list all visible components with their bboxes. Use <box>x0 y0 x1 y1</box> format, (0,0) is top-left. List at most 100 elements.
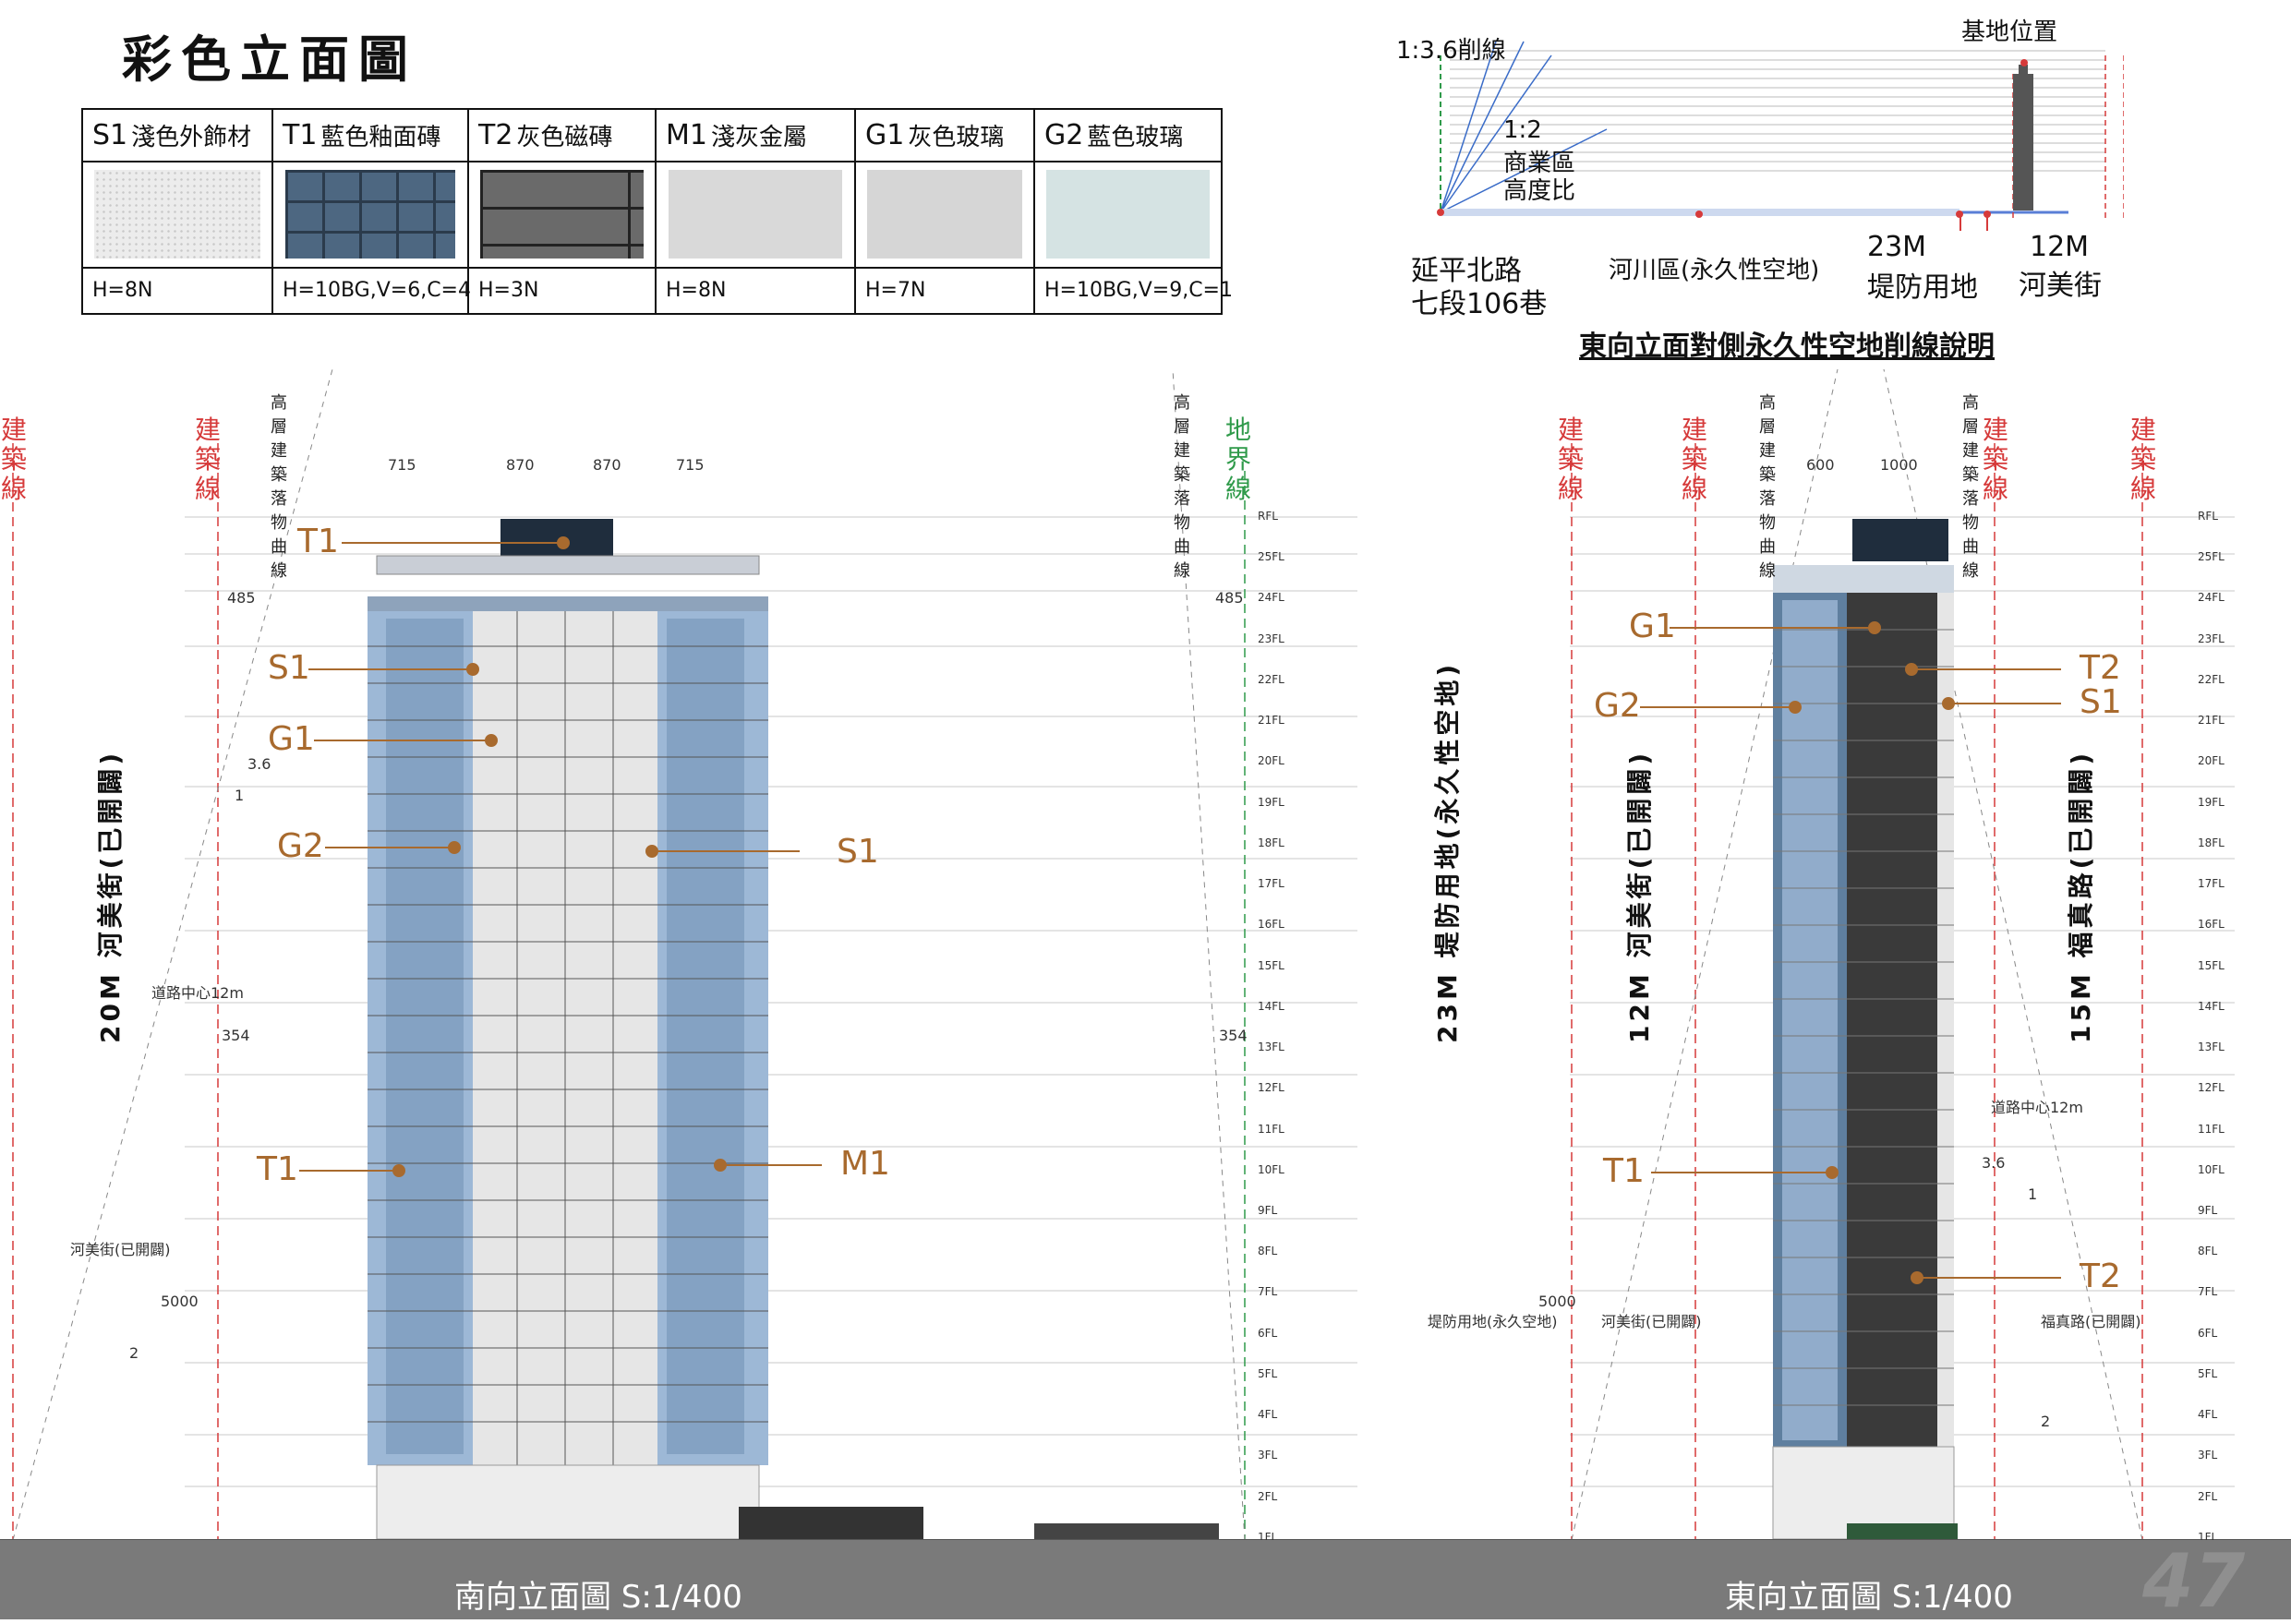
floor-level-labels-south: RFL 25FL 24FL 23FL 22FL 21FL 20FL 19FL 1… <box>1258 510 1341 1544</box>
inset-street-name: 河美街 <box>2019 270 2102 302</box>
dimension-354: 354 <box>1219 1027 1248 1044</box>
dimension-485: 485 <box>227 589 256 607</box>
inset-ratio-36: 1:3.6削線 <box>1396 37 1506 65</box>
ratio-1: 1 <box>235 787 245 804</box>
material-g1: G1 灰色玻璃 H=7N <box>856 110 1035 313</box>
building-line-label: 建築線 <box>1681 415 1707 504</box>
floor-label: 11FL <box>1258 1122 1284 1136</box>
material-name: 灰色玻璃 <box>908 123 1005 151</box>
material-name: 灰色磁磚 <box>516 123 613 151</box>
floor-label: 8FL <box>1258 1245 1278 1258</box>
floor-label: 7FL <box>1258 1285 1278 1299</box>
floor-label: 25FL <box>1258 550 1284 564</box>
callout-g1: G1 <box>268 720 315 758</box>
floor-label: 17FL <box>1258 877 1284 891</box>
road-note: 福真路(已開闢) <box>2041 1313 2141 1330</box>
floor-label: 10FL <box>2198 1162 2225 1176</box>
floor-label: 21FL <box>1258 714 1284 728</box>
floor-label: 21FL <box>2198 714 2225 728</box>
floor-label: RFL <box>1258 510 1278 523</box>
floor-label: 14FL <box>1258 999 1284 1013</box>
road-center-note: 道路中心12m <box>1991 1099 2083 1116</box>
material-code: T2 <box>478 118 513 151</box>
floor-label: 2FL <box>1258 1489 1278 1503</box>
floor-label: RFL <box>2198 510 2218 523</box>
floor-label: 12FL <box>2198 1081 2225 1095</box>
street-note: 河美街(已開闢) <box>70 1241 171 1258</box>
floor-label: 7FL <box>2198 1285 2218 1299</box>
east-elevation-title: 東向立面圖 S:1/400 <box>1725 1579 2013 1616</box>
floor-label: 23FL <box>1258 632 1284 645</box>
material-spec: H=7N <box>865 279 926 303</box>
dimension-354: 354 <box>222 1027 250 1044</box>
floor-label: 3FL <box>1258 1449 1278 1462</box>
street-note: 河美街(已開闢) <box>1601 1313 1702 1330</box>
swatch-grey-tile <box>480 170 644 259</box>
floor-label: 11FL <box>2198 1122 2225 1136</box>
floor-label: 18FL <box>1258 836 1284 849</box>
callout-t2: T2 <box>2080 1257 2121 1295</box>
material-spec: H=10BG,V=6,C=4 <box>283 279 471 303</box>
floor-label: 25FL <box>2198 550 2225 564</box>
inset-site-location: 基地位置 <box>1961 18 2058 46</box>
inset-caption: 東向立面對側永久性空地削線說明 <box>1579 331 1995 363</box>
callout-s1: S1 <box>837 833 879 871</box>
inset-dike-width: 23M <box>1867 231 1927 263</box>
page-number: 47 <box>2142 1538 2246 1624</box>
inset-road-lane: 七段106巷 <box>1411 288 1548 320</box>
callout-t1: T1 <box>257 1150 298 1188</box>
floor-label: 9FL <box>2198 1203 2218 1217</box>
material-code: T1 <box>283 118 318 151</box>
street-label-20m: 20M 河美街(已開闢) <box>95 749 126 1043</box>
tallest-building-curve-label: 高層建築落物曲線 <box>271 393 287 581</box>
floor-label: 5FL <box>1258 1366 1278 1380</box>
material-code: G2 <box>1044 118 1084 151</box>
floor-label: 19FL <box>2198 795 2225 809</box>
dimension-485: 485 <box>1215 589 1244 607</box>
material-s1: S1 淺色外飾材 H=8N <box>83 110 273 313</box>
dimension-600: 600 <box>1806 456 1835 474</box>
floor-label: 4FL <box>1258 1408 1278 1422</box>
material-m1: M1 淺灰金屬 H=8N <box>657 110 856 313</box>
floor-label: 5FL <box>2198 1366 2218 1380</box>
floor-label: 22FL <box>1258 672 1284 686</box>
material-name: 淺色外飾材 <box>131 123 252 151</box>
material-code: M1 <box>666 118 707 151</box>
floor-label: 4FL <box>2198 1408 2218 1422</box>
ratio-2: 2 <box>2041 1413 2051 1430</box>
material-spec: H=10BG,V=9,C=1 <box>1044 279 1233 303</box>
building-line-label: 建築線 <box>2129 415 2156 504</box>
callout-m1: M1 <box>840 1145 890 1183</box>
inset-dike-land: 堤防用地 <box>1867 271 1978 304</box>
floor-label: 20FL <box>1258 754 1284 768</box>
floor-label: 10FL <box>1258 1162 1284 1176</box>
dimension-715: 715 <box>388 456 416 474</box>
floor-label: 8FL <box>2198 1245 2218 1258</box>
tallest-building-curve-label: 高層建築落物曲線 <box>1759 393 1776 581</box>
swatch-blue-glass <box>1046 170 1210 259</box>
tallest-building-curve-label: 高層建築落物曲線 <box>1962 393 1979 581</box>
inset-river-zone: 河川區(永久性空地) <box>1609 257 1820 284</box>
material-name: 藍色釉面磚 <box>320 123 441 151</box>
material-code: G1 <box>865 118 905 151</box>
floor-label: 13FL <box>2198 1041 2225 1054</box>
page-title: 彩色立面圖 <box>122 30 417 89</box>
callout-t1: T1 <box>1603 1152 1645 1190</box>
callout-s1: S1 <box>2080 683 2122 721</box>
material-name: 淺灰金屬 <box>710 123 807 151</box>
callout-g2: G2 <box>1594 687 1641 725</box>
floor-label: 20FL <box>2198 754 2225 768</box>
inset-street-width: 12M <box>2030 231 2090 263</box>
material-name: 藍色玻璃 <box>1087 123 1184 151</box>
tallest-building-curve-label: 高層建築落物曲線 <box>1174 393 1190 581</box>
floor-label: 24FL <box>2198 591 2225 605</box>
dimension-870: 870 <box>593 456 621 474</box>
floor-label: 15FL <box>1258 958 1284 972</box>
dike-note: 堤防用地(永久空地) <box>1428 1313 1558 1330</box>
inset-ratio-2: 1:2 <box>1503 116 1542 144</box>
material-t1: T1 藍色釉面磚 H=10BG,V=6,C=4 <box>273 110 471 313</box>
ratio-36: 3.6 <box>1982 1154 2006 1172</box>
floor-label: 14FL <box>2198 999 2225 1013</box>
material-g2: G2 藍色玻璃 H=10BG,V=9,C=1 <box>1035 110 1233 313</box>
swatch-light-textured-stone <box>94 170 260 259</box>
